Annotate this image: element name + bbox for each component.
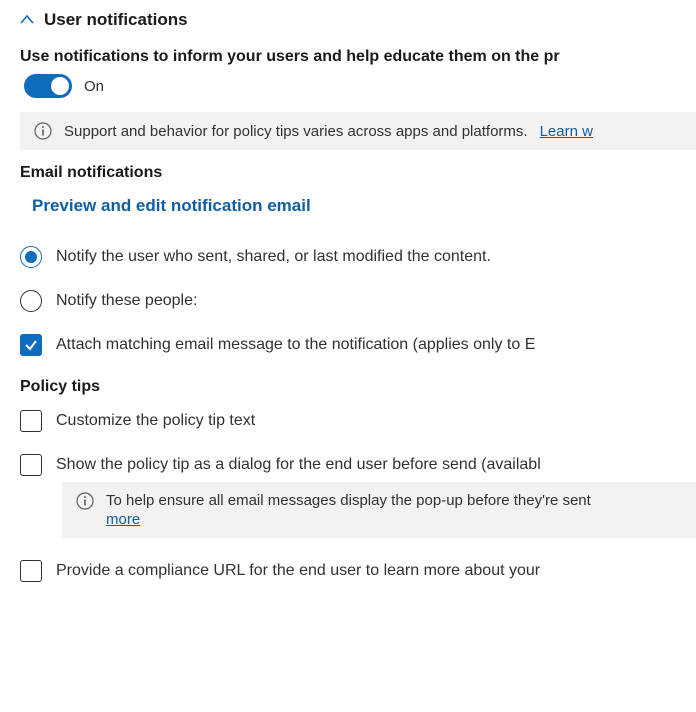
info-icon	[34, 122, 52, 140]
radio-label: Notify these people:	[56, 292, 197, 310]
chevron-up-icon	[20, 13, 34, 27]
checkbox-compliance-url[interactable]	[20, 560, 42, 582]
dialog-info-bar: To help ensure all email messages displa…	[62, 482, 696, 538]
option-compliance-url: Provide a compliance URL for the end use…	[20, 560, 696, 582]
checkbox-dialog[interactable]	[20, 454, 42, 476]
preview-email-link[interactable]: Preview and edit notification email	[32, 196, 311, 215]
option-notify-people: Notify these people:	[20, 290, 696, 312]
checkbox-label: Attach matching email message to the not…	[56, 336, 535, 354]
section-description: Use notifications to inform your users a…	[20, 48, 696, 66]
toggle-knob	[51, 77, 69, 95]
notifications-toggle[interactable]	[24, 74, 72, 98]
option-notify-sender: Notify the user who sent, shared, or las…	[20, 246, 696, 268]
radio-notify-sender[interactable]	[20, 246, 42, 268]
info-text: Support and behavior for policy tips var…	[64, 123, 528, 140]
radio-label: Notify the user who sent, shared, or las…	[56, 248, 491, 266]
toggle-label: On	[84, 78, 104, 95]
info-bar: Support and behavior for policy tips var…	[20, 112, 696, 150]
dialog-info-text: To help ensure all email messages displa…	[106, 492, 591, 509]
email-heading: Email notifications	[20, 164, 696, 182]
dialog-info-link[interactable]: more	[106, 511, 591, 528]
checkbox-label: Customize the policy tip text	[56, 412, 255, 430]
checkbox-label: Provide a compliance URL for the end use…	[56, 562, 540, 580]
checkbox-customize[interactable]	[20, 410, 42, 432]
option-customize: Customize the policy tip text	[20, 410, 696, 432]
checkbox-label: Show the policy tip as a dialog for the …	[56, 456, 541, 474]
toggle-row: On	[24, 74, 696, 98]
info-learn-link[interactable]: Learn w	[540, 123, 593, 140]
option-dialog: Show the policy tip as a dialog for the …	[20, 454, 696, 476]
policy-heading: Policy tips	[20, 378, 696, 396]
preview-link-row: Preview and edit notification email	[32, 196, 696, 216]
section-title: User notifications	[44, 10, 188, 30]
checkbox-attach[interactable]	[20, 334, 42, 356]
radio-notify-people[interactable]	[20, 290, 42, 312]
section-header[interactable]: User notifications	[20, 10, 696, 30]
option-attach: Attach matching email message to the not…	[20, 334, 696, 356]
info-icon	[76, 492, 94, 510]
